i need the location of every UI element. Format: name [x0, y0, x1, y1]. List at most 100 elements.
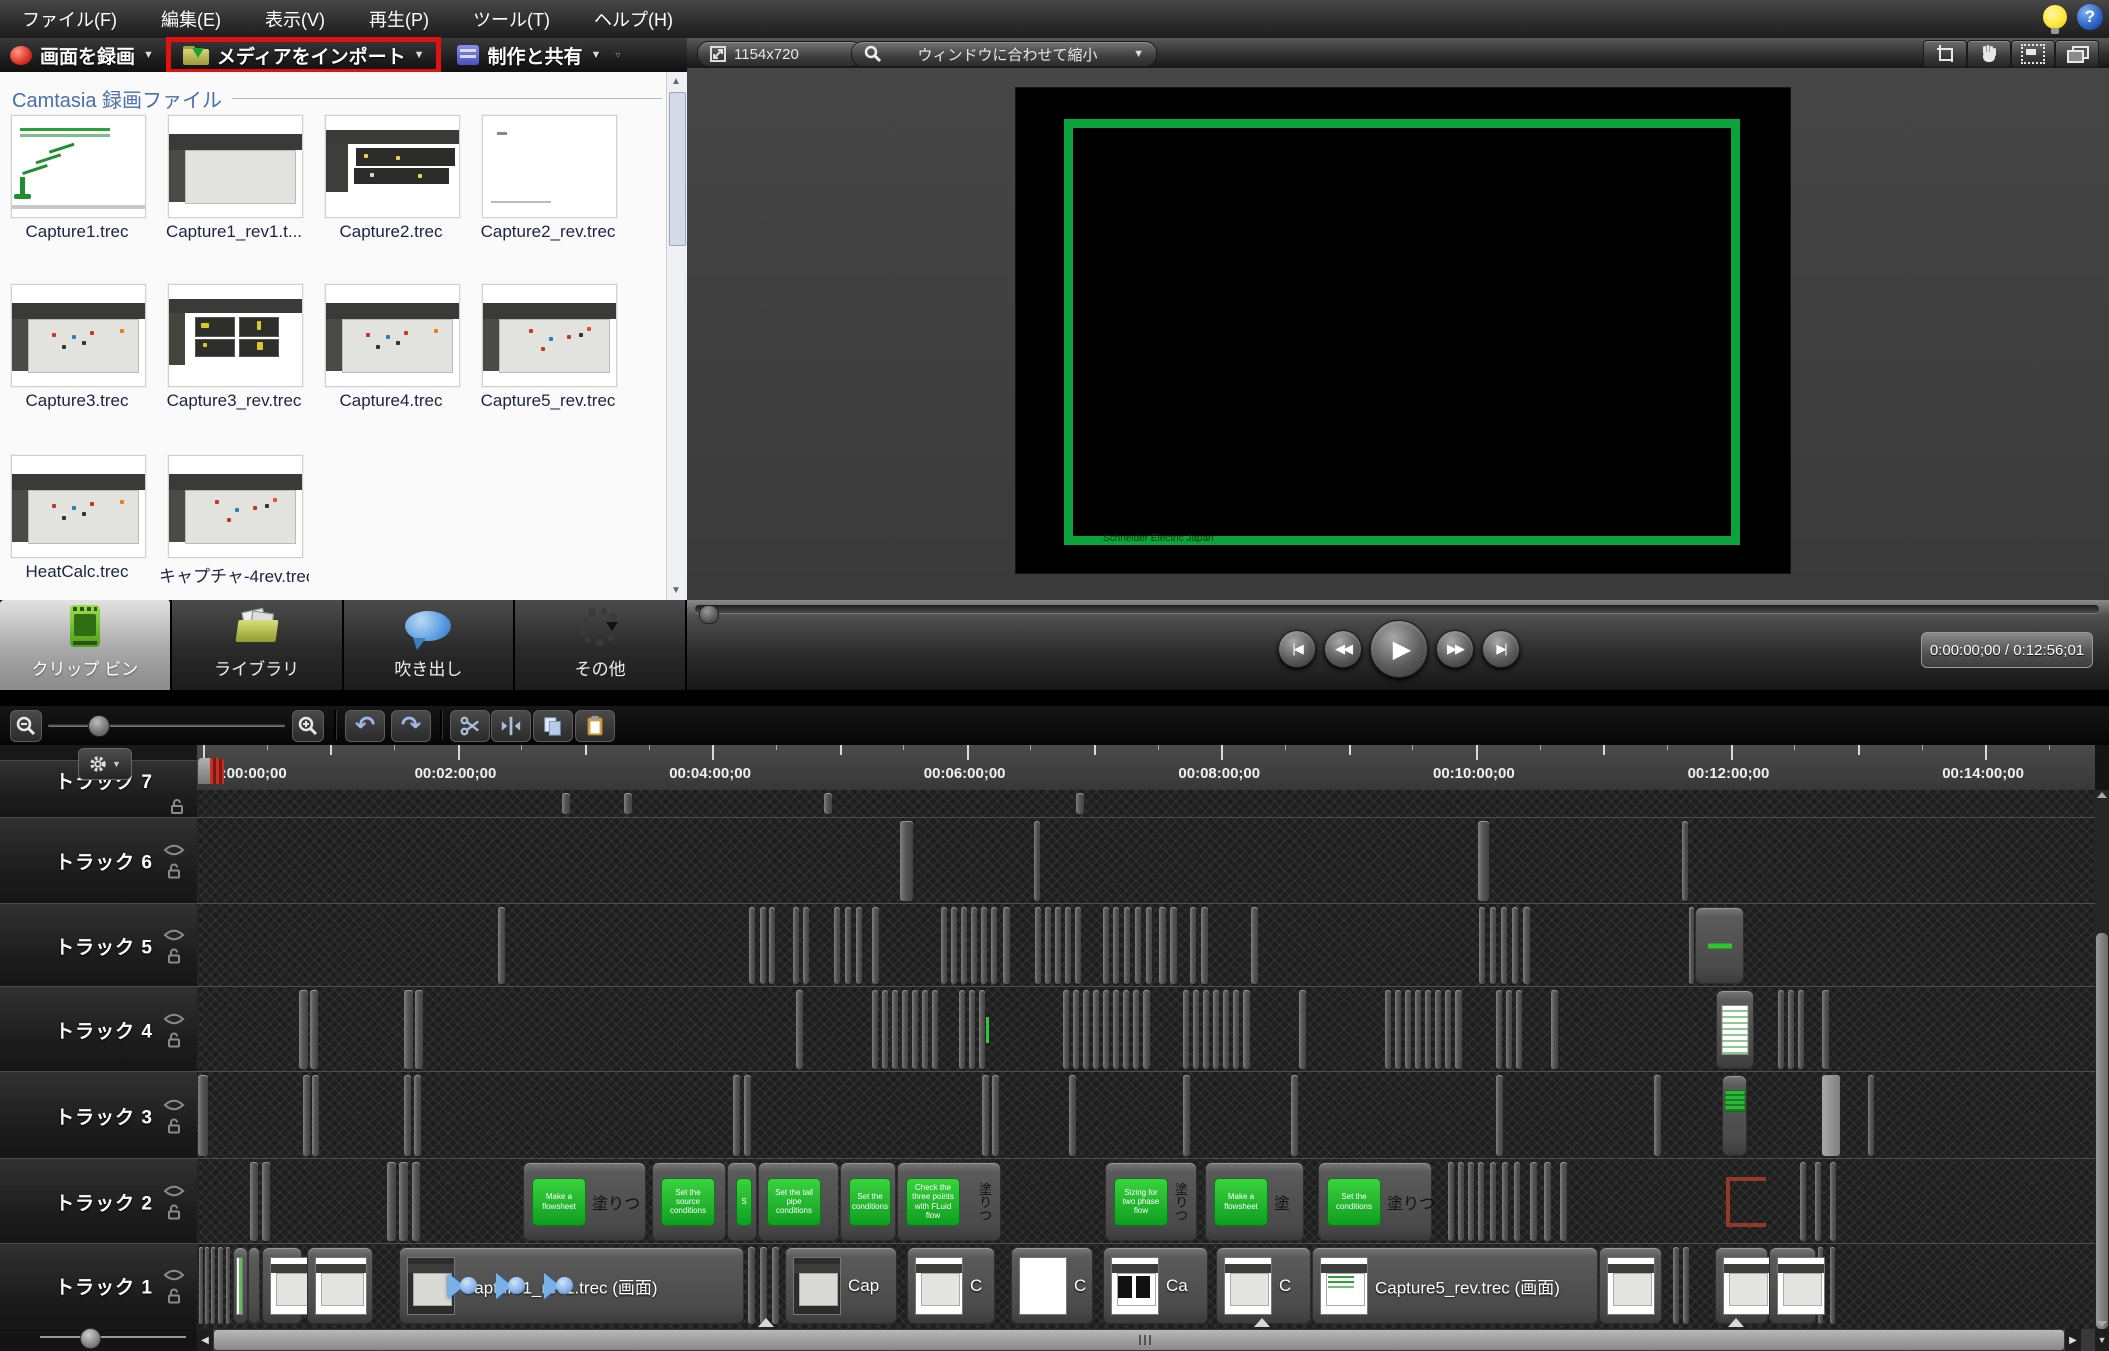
- timeline-clip-bar[interactable]: [1458, 1162, 1464, 1241]
- timeline-clip-bar[interactable]: [1035, 907, 1041, 984]
- expand-media-icon[interactable]: [1728, 1318, 1744, 1327]
- timeline-clip-bar[interactable]: [1123, 990, 1129, 1069]
- timeline-clip-bar[interactable]: [1055, 907, 1061, 984]
- timeline-clip-bar[interactable]: [1170, 907, 1177, 984]
- timeline-clip-bar[interactable]: [1560, 1162, 1567, 1241]
- timeline-clip-bar[interactable]: [1183, 990, 1189, 1069]
- track-header[interactable]: トラック 6: [0, 817, 197, 904]
- callout-clip[interactable]: Set the conditions: [840, 1162, 896, 1241]
- timeline-clip-bar[interactable]: [845, 907, 851, 984]
- timeline-clip-bar[interactable]: [1069, 1075, 1076, 1156]
- callout-clip[interactable]: Sizing for two phase flow塗りつ: [1105, 1162, 1197, 1241]
- jump-start-button[interactable]: |◀: [1278, 630, 1316, 668]
- timeline-zoom-handle[interactable]: [88, 715, 110, 737]
- timeline-clip-bar[interactable]: [749, 907, 755, 984]
- timeline-content[interactable]: Make a flowsheet塗りつSet the source condit…: [197, 790, 2095, 1329]
- timeline-clip-bar[interactable]: [1076, 793, 1084, 814]
- lock-icon[interactable]: [169, 798, 185, 814]
- timeline-clip-bar[interactable]: [1490, 1162, 1496, 1241]
- timeline-clip-bar[interactable]: [971, 907, 977, 984]
- tab-more[interactable]: その他: [515, 600, 687, 690]
- timeline-clip-bar[interactable]: [1203, 990, 1209, 1069]
- menu-item[interactable]: ファイル(F): [0, 0, 139, 38]
- timeline-clip-bar[interactable]: [250, 1162, 258, 1241]
- timeline-clip-bar[interactable]: [1544, 1162, 1551, 1241]
- timeline-clip-bar[interactable]: [1405, 990, 1411, 1069]
- track-row-t6[interactable]: [197, 817, 2095, 904]
- timeline-clip-bar[interactable]: [498, 907, 505, 984]
- timeline-clip-bar[interactable]: [404, 990, 413, 1069]
- lock-icon[interactable]: [166, 1203, 182, 1219]
- timeline-clip-bar[interactable]: [1034, 821, 1040, 901]
- menu-item[interactable]: 再生(P): [347, 0, 451, 38]
- timeline-clip-bar[interactable]: [205, 1247, 209, 1324]
- video-canvas[interactable]: Schneider Electric Japan: [1015, 87, 1791, 574]
- timeline-clip-bar[interactable]: [1243, 990, 1250, 1069]
- timeline-clip-bar[interactable]: [1113, 990, 1119, 1069]
- timeline-clip-bar[interactable]: [1103, 990, 1109, 1069]
- timeline-clip-bar[interactable]: [310, 990, 318, 1069]
- timeline-clip-bar[interactable]: [1135, 907, 1141, 984]
- timeline-clip-bar[interactable]: [1183, 1075, 1190, 1156]
- track-height-handle[interactable]: [80, 1328, 101, 1349]
- media-clip[interactable]: Ca: [1103, 1247, 1208, 1324]
- media-clip[interactable]: C: [1216, 1247, 1311, 1324]
- timeline-clip-bar[interactable]: [399, 1162, 408, 1241]
- timeline-vertical-scrollbar[interactable]: [2095, 790, 2109, 1329]
- timeline-clip-bar[interactable]: [1501, 907, 1507, 984]
- timeline-clip-bar[interactable]: [856, 907, 862, 984]
- timeline-clip-bar[interactable]: [900, 821, 913, 901]
- timeline-clip-bar[interactable]: [1496, 990, 1502, 1069]
- jump-end-button[interactable]: ▶|: [1482, 630, 1520, 668]
- timeline-clip-bar[interactable]: [882, 990, 888, 1069]
- clip-green-dash[interactable]: [1695, 907, 1744, 984]
- tab-callout[interactable]: 吹き出し: [344, 600, 516, 690]
- timeline-clip-bar[interactable]: [1523, 907, 1530, 984]
- callout-clip[interactable]: S: [727, 1162, 757, 1241]
- clip-document[interactable]: [1716, 990, 1754, 1069]
- visibility-icon[interactable]: [163, 1098, 185, 1111]
- file-thumbnail[interactable]: [11, 115, 146, 218]
- timeline-clip-bar[interactable]: [1063, 990, 1069, 1069]
- tab-library[interactable]: ライブラリ: [172, 600, 344, 690]
- timeline-clip-bar[interactable]: [1190, 907, 1196, 984]
- timeline-clip-bar[interactable]: [1673, 1247, 1679, 1324]
- media-clip[interactable]: Cap: [785, 1247, 897, 1324]
- timeline-clip-bar[interactable]: [1468, 1162, 1474, 1241]
- track-header[interactable]: トラック 5: [0, 903, 197, 987]
- timeline-clip-bar[interactable]: [902, 990, 908, 1069]
- record-screen-button[interactable]: 画面を録画 ▼: [0, 38, 164, 72]
- track-options-button[interactable]: ▼: [78, 748, 132, 780]
- media-clip[interactable]: Capture1_rev1.trec (画面): [399, 1247, 744, 1324]
- help-icon[interactable]: ?: [2077, 4, 2103, 30]
- timeline-clip-bar[interactable]: [624, 793, 632, 814]
- timeline-clip-bar[interactable]: [303, 1075, 310, 1156]
- timeline-clip-bar[interactable]: [1233, 990, 1239, 1069]
- menu-item[interactable]: ツール(T): [451, 0, 572, 38]
- file-thumbnail[interactable]: [11, 455, 146, 558]
- timeline-clip-bar[interactable]: [414, 1075, 421, 1156]
- produce-share-button[interactable]: 制作と共有 ▼ ▿: [447, 38, 630, 72]
- media-clip[interactable]: [248, 1247, 260, 1324]
- timeline-clip-bar[interactable]: [1682, 821, 1688, 901]
- timeline-clip-bar[interactable]: [892, 990, 898, 1069]
- track-row-partial[interactable]: [197, 790, 2095, 817]
- media-clip[interactable]: [1715, 1247, 1768, 1324]
- media-clip[interactable]: [262, 1247, 302, 1324]
- track-row-t4[interactable]: [197, 986, 2095, 1072]
- callout-clip[interactable]: Check the three points with FLuid flow塗り…: [897, 1162, 1001, 1241]
- timeline-clip-bar[interactable]: [1159, 907, 1166, 984]
- timeline-clip-bar[interactable]: [299, 990, 308, 1069]
- timeline-clip-bar[interactable]: [1830, 1162, 1836, 1241]
- timeline-clip-bar[interactable]: [1425, 990, 1431, 1069]
- paste-button[interactable]: [575, 710, 615, 742]
- timeline-clip-bar[interactable]: [1065, 907, 1071, 984]
- file-thumbnail[interactable]: [482, 284, 617, 387]
- timeline-clip-bar[interactable]: [199, 1247, 203, 1324]
- timeline-clip-bar[interactable]: [834, 907, 840, 984]
- timeline-clip-bar[interactable]: [1868, 1075, 1874, 1156]
- copy-button[interactable]: [533, 710, 573, 742]
- zoom-out-button[interactable]: [10, 710, 42, 742]
- timeline-clip-bar[interactable]: [793, 907, 799, 984]
- callout-clip[interactable]: Make a flowsheet塗りつ: [523, 1162, 646, 1241]
